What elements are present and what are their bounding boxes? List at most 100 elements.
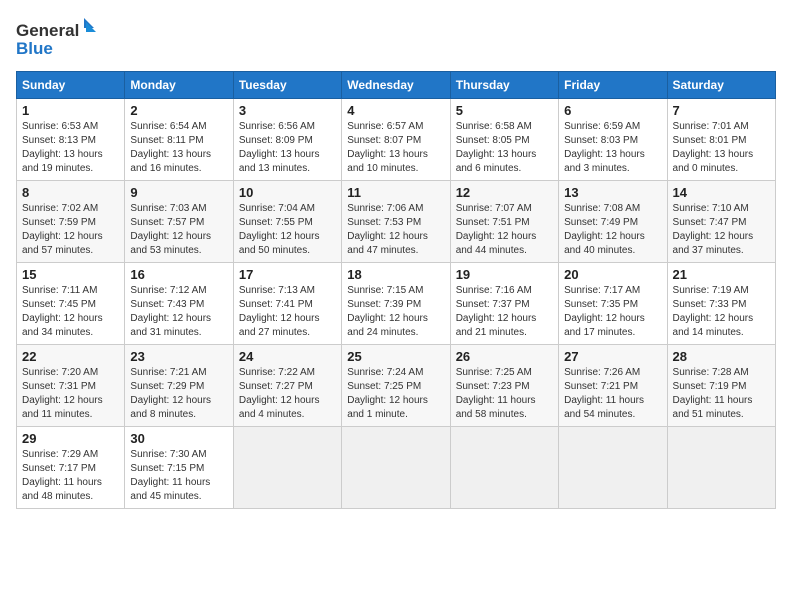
calendar-cell: 14Sunrise: 7:10 AMSunset: 7:47 PMDayligh…: [667, 181, 775, 263]
weekday-header: Sunday: [17, 72, 125, 99]
calendar-cell: [667, 427, 775, 509]
calendar-cell: 28 Sunrise: 7:28 AMSunset: 7:19 PMDayligh…: [667, 345, 775, 427]
calendar-cell: 21Sunrise: 7:19 AMSunset: 7:33 PMDayligh…: [667, 263, 775, 345]
day-info: Sunrise: 7:19 AMSunset: 7:33 PMDaylight:…: [673, 284, 770, 340]
day-info: Sunrise: 7:29 AMSunset: 7:17 PMDaylight:…: [22, 448, 119, 504]
day-info: Sunrise: 7:04 AMSunset: 7:55 PMDaylight:…: [239, 202, 336, 258]
day-info: Sunrise: 7:06 AMSunset: 7:53 PMDaylight:…: [347, 202, 444, 258]
day-info: Sunrise: 6:54 AMSunset: 8:11 PMDaylight:…: [130, 120, 227, 176]
calendar-cell: 26Sunrise: 7:25 AMSunset: 7:23 PMDayligh…: [450, 345, 558, 427]
calendar-cell: 2Sunrise: 6:54 AMSunset: 8:11 PMDaylight…: [125, 99, 233, 181]
day-number: 16: [130, 267, 227, 282]
calendar-cell: 23 Sunrise: 7:21 AMSunset: 7:29 PMDayligh…: [125, 345, 233, 427]
day-number: 18: [347, 267, 444, 282]
day-number: 9: [130, 185, 227, 200]
calendar-cell: [559, 427, 667, 509]
day-number: 25: [347, 349, 444, 364]
logo-svg: GeneralBlue: [16, 16, 106, 61]
calendar-cell: 7 Sunrise: 7:01 AMSunset: 8:01 PMDaylight…: [667, 99, 775, 181]
calendar-cell: 4 Sunrise: 6:57 AMSunset: 8:07 PMDaylight…: [342, 99, 450, 181]
day-info: Sunrise: 7:08 AMSunset: 7:49 PMDaylight:…: [564, 202, 661, 258]
calendar-cell: [233, 427, 341, 509]
calendar-header-row: SundayMondayTuesdayWednesdayThursdayFrid…: [17, 72, 776, 99]
day-info: Sunrise: 6:59 AMSunset: 8:03 PMDaylight:…: [564, 120, 661, 176]
weekday-header: Thursday: [450, 72, 558, 99]
day-info: Sunrise: 7:07 AMSunset: 7:51 PMDaylight:…: [456, 202, 553, 258]
day-number: 30: [130, 431, 227, 446]
calendar-cell: 12 Sunrise: 7:07 AMSunset: 7:51 PMDayligh…: [450, 181, 558, 263]
day-number: 4: [347, 103, 444, 118]
day-info: Sunrise: 7:15 AMSunset: 7:39 PMDaylight:…: [347, 284, 444, 340]
weekday-header: Wednesday: [342, 72, 450, 99]
day-info: Sunrise: 7:03 AMSunset: 7:57 PMDaylight:…: [130, 202, 227, 258]
day-info: Sunrise: 7:21 AMSunset: 7:29 PMDaylight:…: [130, 366, 227, 422]
logo: GeneralBlue: [16, 16, 106, 61]
calendar-cell: 13 Sunrise: 7:08 AMSunset: 7:49 PMDayligh…: [559, 181, 667, 263]
header: GeneralBlue: [16, 16, 776, 61]
calendar-cell: 1Sunrise: 6:53 AMSunset: 8:13 PMDaylight…: [17, 99, 125, 181]
calendar-cell: 9 Sunrise: 7:03 AMSunset: 7:57 PMDaylight…: [125, 181, 233, 263]
day-number: 17: [239, 267, 336, 282]
calendar-week-row: 29 Sunrise: 7:29 AMSunset: 7:17 PMDayligh…: [17, 427, 776, 509]
calendar-week-row: 15 Sunrise: 7:11 AMSunset: 7:45 PMDayligh…: [17, 263, 776, 345]
day-info: Sunrise: 6:56 AMSunset: 8:09 PMDaylight:…: [239, 120, 336, 176]
day-info: Sunrise: 7:02 AMSunset: 7:59 PMDaylight:…: [22, 202, 119, 258]
day-number: 11: [347, 185, 444, 200]
calendar-cell: [342, 427, 450, 509]
day-info: Sunrise: 7:01 AMSunset: 8:01 PMDaylight:…: [673, 120, 770, 176]
calendar-week-row: 8 Sunrise: 7:02 AMSunset: 7:59 PMDaylight…: [17, 181, 776, 263]
day-info: Sunrise: 7:11 AMSunset: 7:45 PMDaylight:…: [22, 284, 119, 340]
day-info: Sunrise: 7:24 AMSunset: 7:25 PMDaylight:…: [347, 366, 444, 422]
weekday-header: Tuesday: [233, 72, 341, 99]
calendar-cell: 11 Sunrise: 7:06 AMSunset: 7:53 PMDayligh…: [342, 181, 450, 263]
day-info: Sunrise: 6:57 AMSunset: 8:07 PMDaylight:…: [347, 120, 444, 176]
calendar-cell: 5 Sunrise: 6:58 AMSunset: 8:05 PMDaylight…: [450, 99, 558, 181]
calendar-week-row: 22 Sunrise: 7:20 AMSunset: 7:31 PMDayligh…: [17, 345, 776, 427]
calendar-cell: 27Sunrise: 7:26 AMSunset: 7:21 PMDayligh…: [559, 345, 667, 427]
svg-text:General: General: [16, 21, 79, 40]
calendar-cell: 29 Sunrise: 7:29 AMSunset: 7:17 PMDayligh…: [17, 427, 125, 509]
day-number: 3: [239, 103, 336, 118]
calendar-cell: 15 Sunrise: 7:11 AMSunset: 7:45 PMDayligh…: [17, 263, 125, 345]
calendar-table: SundayMondayTuesdayWednesdayThursdayFrid…: [16, 71, 776, 509]
calendar-cell: 8 Sunrise: 7:02 AMSunset: 7:59 PMDaylight…: [17, 181, 125, 263]
calendar-cell: 19 Sunrise: 7:16 AMSunset: 7:37 PMDayligh…: [450, 263, 558, 345]
day-number: 26: [456, 349, 553, 364]
day-info: Sunrise: 7:20 AMSunset: 7:31 PMDaylight:…: [22, 366, 119, 422]
day-number: 8: [22, 185, 119, 200]
day-number: 5: [456, 103, 553, 118]
day-number: 20: [564, 267, 661, 282]
day-info: Sunrise: 7:30 AMSunset: 7:15 PMDaylight:…: [130, 448, 227, 504]
day-info: Sunrise: 6:58 AMSunset: 8:05 PMDaylight:…: [456, 120, 553, 176]
day-number: 27: [564, 349, 661, 364]
day-info: Sunrise: 7:17 AMSunset: 7:35 PMDaylight:…: [564, 284, 661, 340]
day-number: 24: [239, 349, 336, 364]
day-number: 13: [564, 185, 661, 200]
weekday-header: Saturday: [667, 72, 775, 99]
day-info: Sunrise: 7:13 AMSunset: 7:41 PMDaylight:…: [239, 284, 336, 340]
day-number: 10: [239, 185, 336, 200]
day-info: Sunrise: 7:22 AMSunset: 7:27 PMDaylight:…: [239, 366, 336, 422]
day-info: Sunrise: 7:16 AMSunset: 7:37 PMDaylight:…: [456, 284, 553, 340]
day-number: 7: [673, 103, 770, 118]
calendar-cell: 24 Sunrise: 7:22 AMSunset: 7:27 PMDayligh…: [233, 345, 341, 427]
weekday-header: Monday: [125, 72, 233, 99]
day-info: Sunrise: 6:53 AMSunset: 8:13 PMDaylight:…: [22, 120, 119, 176]
weekday-header: Friday: [559, 72, 667, 99]
day-number: 28: [673, 349, 770, 364]
calendar-week-row: 1Sunrise: 6:53 AMSunset: 8:13 PMDaylight…: [17, 99, 776, 181]
calendar-cell: 22 Sunrise: 7:20 AMSunset: 7:31 PMDayligh…: [17, 345, 125, 427]
day-number: 29: [22, 431, 119, 446]
page: GeneralBlue SundayMondayTuesdayWednesday…: [0, 0, 792, 525]
calendar-cell: 18 Sunrise: 7:15 AMSunset: 7:39 PMDayligh…: [342, 263, 450, 345]
calendar-cell: 30 Sunrise: 7:30 AMSunset: 7:15 PMDayligh…: [125, 427, 233, 509]
day-info: Sunrise: 7:28 AMSunset: 7:19 PMDaylight:…: [673, 366, 770, 422]
day-number: 22: [22, 349, 119, 364]
svg-text:Blue: Blue: [16, 39, 53, 58]
calendar-cell: 6Sunrise: 6:59 AMSunset: 8:03 PMDaylight…: [559, 99, 667, 181]
day-info: Sunrise: 7:10 AMSunset: 7:47 PMDaylight:…: [673, 202, 770, 258]
day-number: 15: [22, 267, 119, 282]
day-number: 12: [456, 185, 553, 200]
day-number: 23: [130, 349, 227, 364]
day-number: 19: [456, 267, 553, 282]
